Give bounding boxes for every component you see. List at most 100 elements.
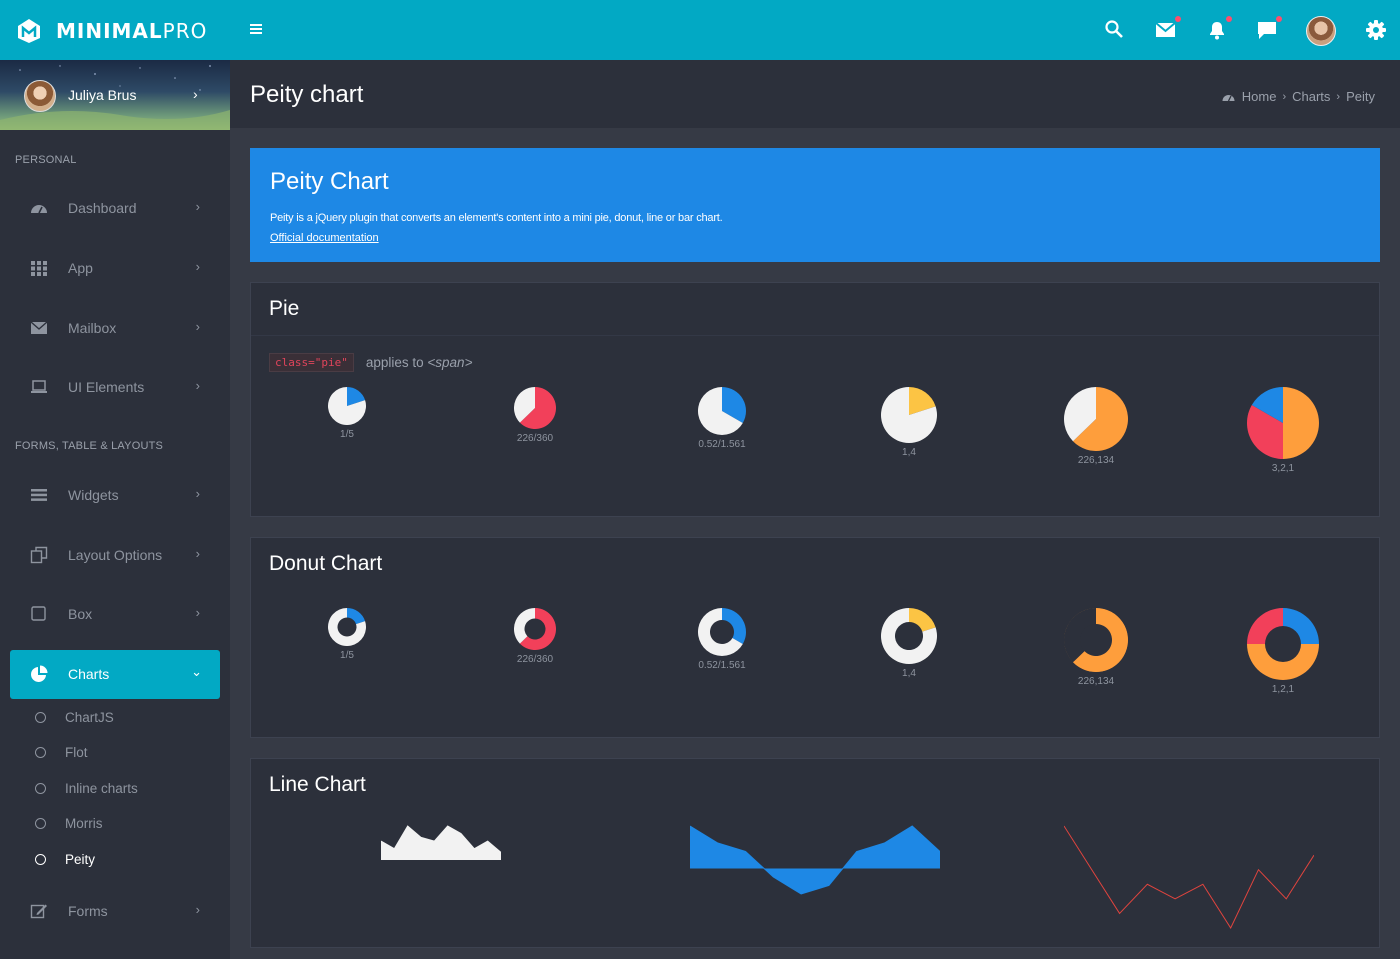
sidebar-item-label: UI Elements <box>68 379 145 395</box>
chevron-down-icon: ⌄ <box>191 664 202 679</box>
chart-value-label: 1,4 <box>902 668 916 679</box>
line-area <box>381 826 501 860</box>
chevron-right-icon: › <box>195 546 200 561</box>
sidebar-item-box[interactable]: Box › <box>30 602 210 626</box>
chart-value-label: 1/5 <box>340 650 354 661</box>
slice <box>1064 608 1096 663</box>
mail-icon[interactable] <box>1154 16 1181 42</box>
line-chart-2 <box>690 825 940 895</box>
brand-name: MINIMALPRO <box>56 19 208 43</box>
sidebar-item-label: Widgets <box>68 487 119 503</box>
pie-chart-2 <box>514 387 556 429</box>
line-chart-1 <box>381 825 501 860</box>
line-area <box>690 826 940 894</box>
line-series <box>1064 825 1314 929</box>
pie-usage-note: class="pie" applies to <span> <box>269 353 472 372</box>
slice <box>1247 644 1319 680</box>
info-banner: Peity Chart Peity is a jQuery plugin tha… <box>250 148 1380 262</box>
dashboard-icon <box>31 205 47 214</box>
chevron-right-icon: › <box>195 199 200 214</box>
sidebar-item-charts[interactable]: Charts ⌄ <box>10 650 220 699</box>
sidebar-subitem-flot[interactable]: Flot <box>35 743 88 761</box>
donut-chart-4 <box>881 608 937 664</box>
slice <box>347 608 366 625</box>
sidebar-subitem-morris[interactable]: Morris <box>35 814 103 832</box>
sidebar-item-label: Forms <box>68 903 108 919</box>
bell-icon[interactable] <box>1205 16 1232 42</box>
user-avatar[interactable] <box>24 80 56 112</box>
card-title: Line Chart <box>269 773 366 796</box>
donut-chart-6 <box>1247 608 1319 680</box>
dashboard-icon <box>1222 94 1235 101</box>
gear-icon[interactable] <box>1364 18 1388 42</box>
chat-icon[interactable] <box>1255 16 1282 42</box>
page-header: Peity chart Home › Charts › Peity <box>230 60 1400 128</box>
chevron-right-icon: › <box>195 259 200 274</box>
chevron-right-icon: › <box>1336 90 1341 103</box>
menu-toggle-icon[interactable] <box>250 24 262 36</box>
circle-icon <box>35 711 46 723</box>
pie-chart-4 <box>881 387 937 443</box>
card-title: Donut Chart <box>269 552 383 575</box>
official-documentation-link[interactable]: Official documentation <box>270 232 379 244</box>
sidebar-item-dashboard[interactable]: Dashboard › <box>30 196 210 220</box>
chart-value-label: 3,2,1 <box>1271 463 1295 474</box>
chart-value-label: 1,2,1 <box>1271 684 1295 695</box>
chevron-right-icon: › <box>195 486 200 501</box>
search-icon[interactable] <box>1103 18 1127 42</box>
page-title: Peity chart <box>250 81 364 108</box>
chevron-right-icon: › <box>195 605 200 620</box>
chart-value-label: 1/5 <box>340 429 354 440</box>
circle-icon <box>35 782 46 794</box>
circle-icon <box>35 853 46 865</box>
chart-value-label: 226,134 <box>1077 676 1115 687</box>
pie-chart-icon <box>31 665 48 682</box>
sidebar-item-label: Layout Options <box>68 547 163 563</box>
sidebar-item-layout-options[interactable]: Layout Options › <box>30 543 210 567</box>
edit-icon <box>30 904 47 919</box>
copy-icon <box>30 546 48 564</box>
card-title: Pie <box>269 297 300 320</box>
circle-icon <box>35 817 46 829</box>
chart-value-label: 226/360 <box>516 433 554 444</box>
sidebar-item-ui-elements[interactable]: UI Elements › <box>30 375 210 399</box>
slice <box>909 608 936 632</box>
chart-value-label: 226/360 <box>516 654 554 665</box>
donut-chart-2 <box>514 608 556 650</box>
donut-chart-5 <box>1064 608 1128 672</box>
section-forms-table-layouts: FORMS, TABLE & LAYOUTS <box>15 440 164 452</box>
slice <box>1283 387 1319 459</box>
user-panel[interactable]: Juliya Brus › <box>0 60 230 130</box>
sidebar-subitem-chartjs[interactable]: ChartJS <box>35 708 114 726</box>
sidebar-item-label: App <box>68 260 93 276</box>
chart-value-label: 1,4 <box>902 447 916 458</box>
slice <box>514 608 535 644</box>
chart-value-label: 226,134 <box>1077 455 1115 466</box>
logo-icon <box>18 19 40 43</box>
sidebar-item-forms[interactable]: Forms › <box>30 899 210 923</box>
sidebar-item-app[interactable]: App › <box>30 256 210 280</box>
brand-logo[interactable]: MINIMALPRO <box>16 16 207 46</box>
breadcrumb-home[interactable]: Home <box>1242 89 1277 104</box>
envelope-icon <box>30 321 48 334</box>
user-name[interactable]: Juliya Brus <box>68 87 136 103</box>
circle-icon <box>35 746 46 758</box>
slice <box>1247 608 1283 644</box>
pie-card: Pie class="pie" applies to <span> 1/5 226… <box>250 282 1380 517</box>
donut-chart-1 <box>328 608 366 646</box>
sidebar-item-label: Box <box>68 606 93 622</box>
sidebar-subitem-peity[interactable]: Peity <box>35 850 95 868</box>
banner-description: Peity is a jQuery plugin that converts a… <box>270 212 723 224</box>
sidebar-item-label: Mailbox <box>68 320 117 336</box>
line-card: Line Chart <box>250 758 1380 948</box>
slice <box>1283 608 1319 644</box>
breadcrumb: Home › Charts › Peity <box>1222 89 1375 104</box>
user-avatar-top[interactable] <box>1306 16 1336 46</box>
breadcrumb-charts[interactable]: Charts <box>1292 89 1330 104</box>
line-chart-3 <box>1064 825 1314 929</box>
sidebar-item-widgets[interactable]: Widgets › <box>30 483 210 507</box>
sidebar-subitem-inline-charts[interactable]: Inline charts <box>35 779 138 797</box>
chevron-right-icon[interactable]: › <box>193 86 198 102</box>
chevron-right-icon: › <box>1282 90 1287 103</box>
sidebar-item-mailbox[interactable]: Mailbox › <box>30 316 210 340</box>
